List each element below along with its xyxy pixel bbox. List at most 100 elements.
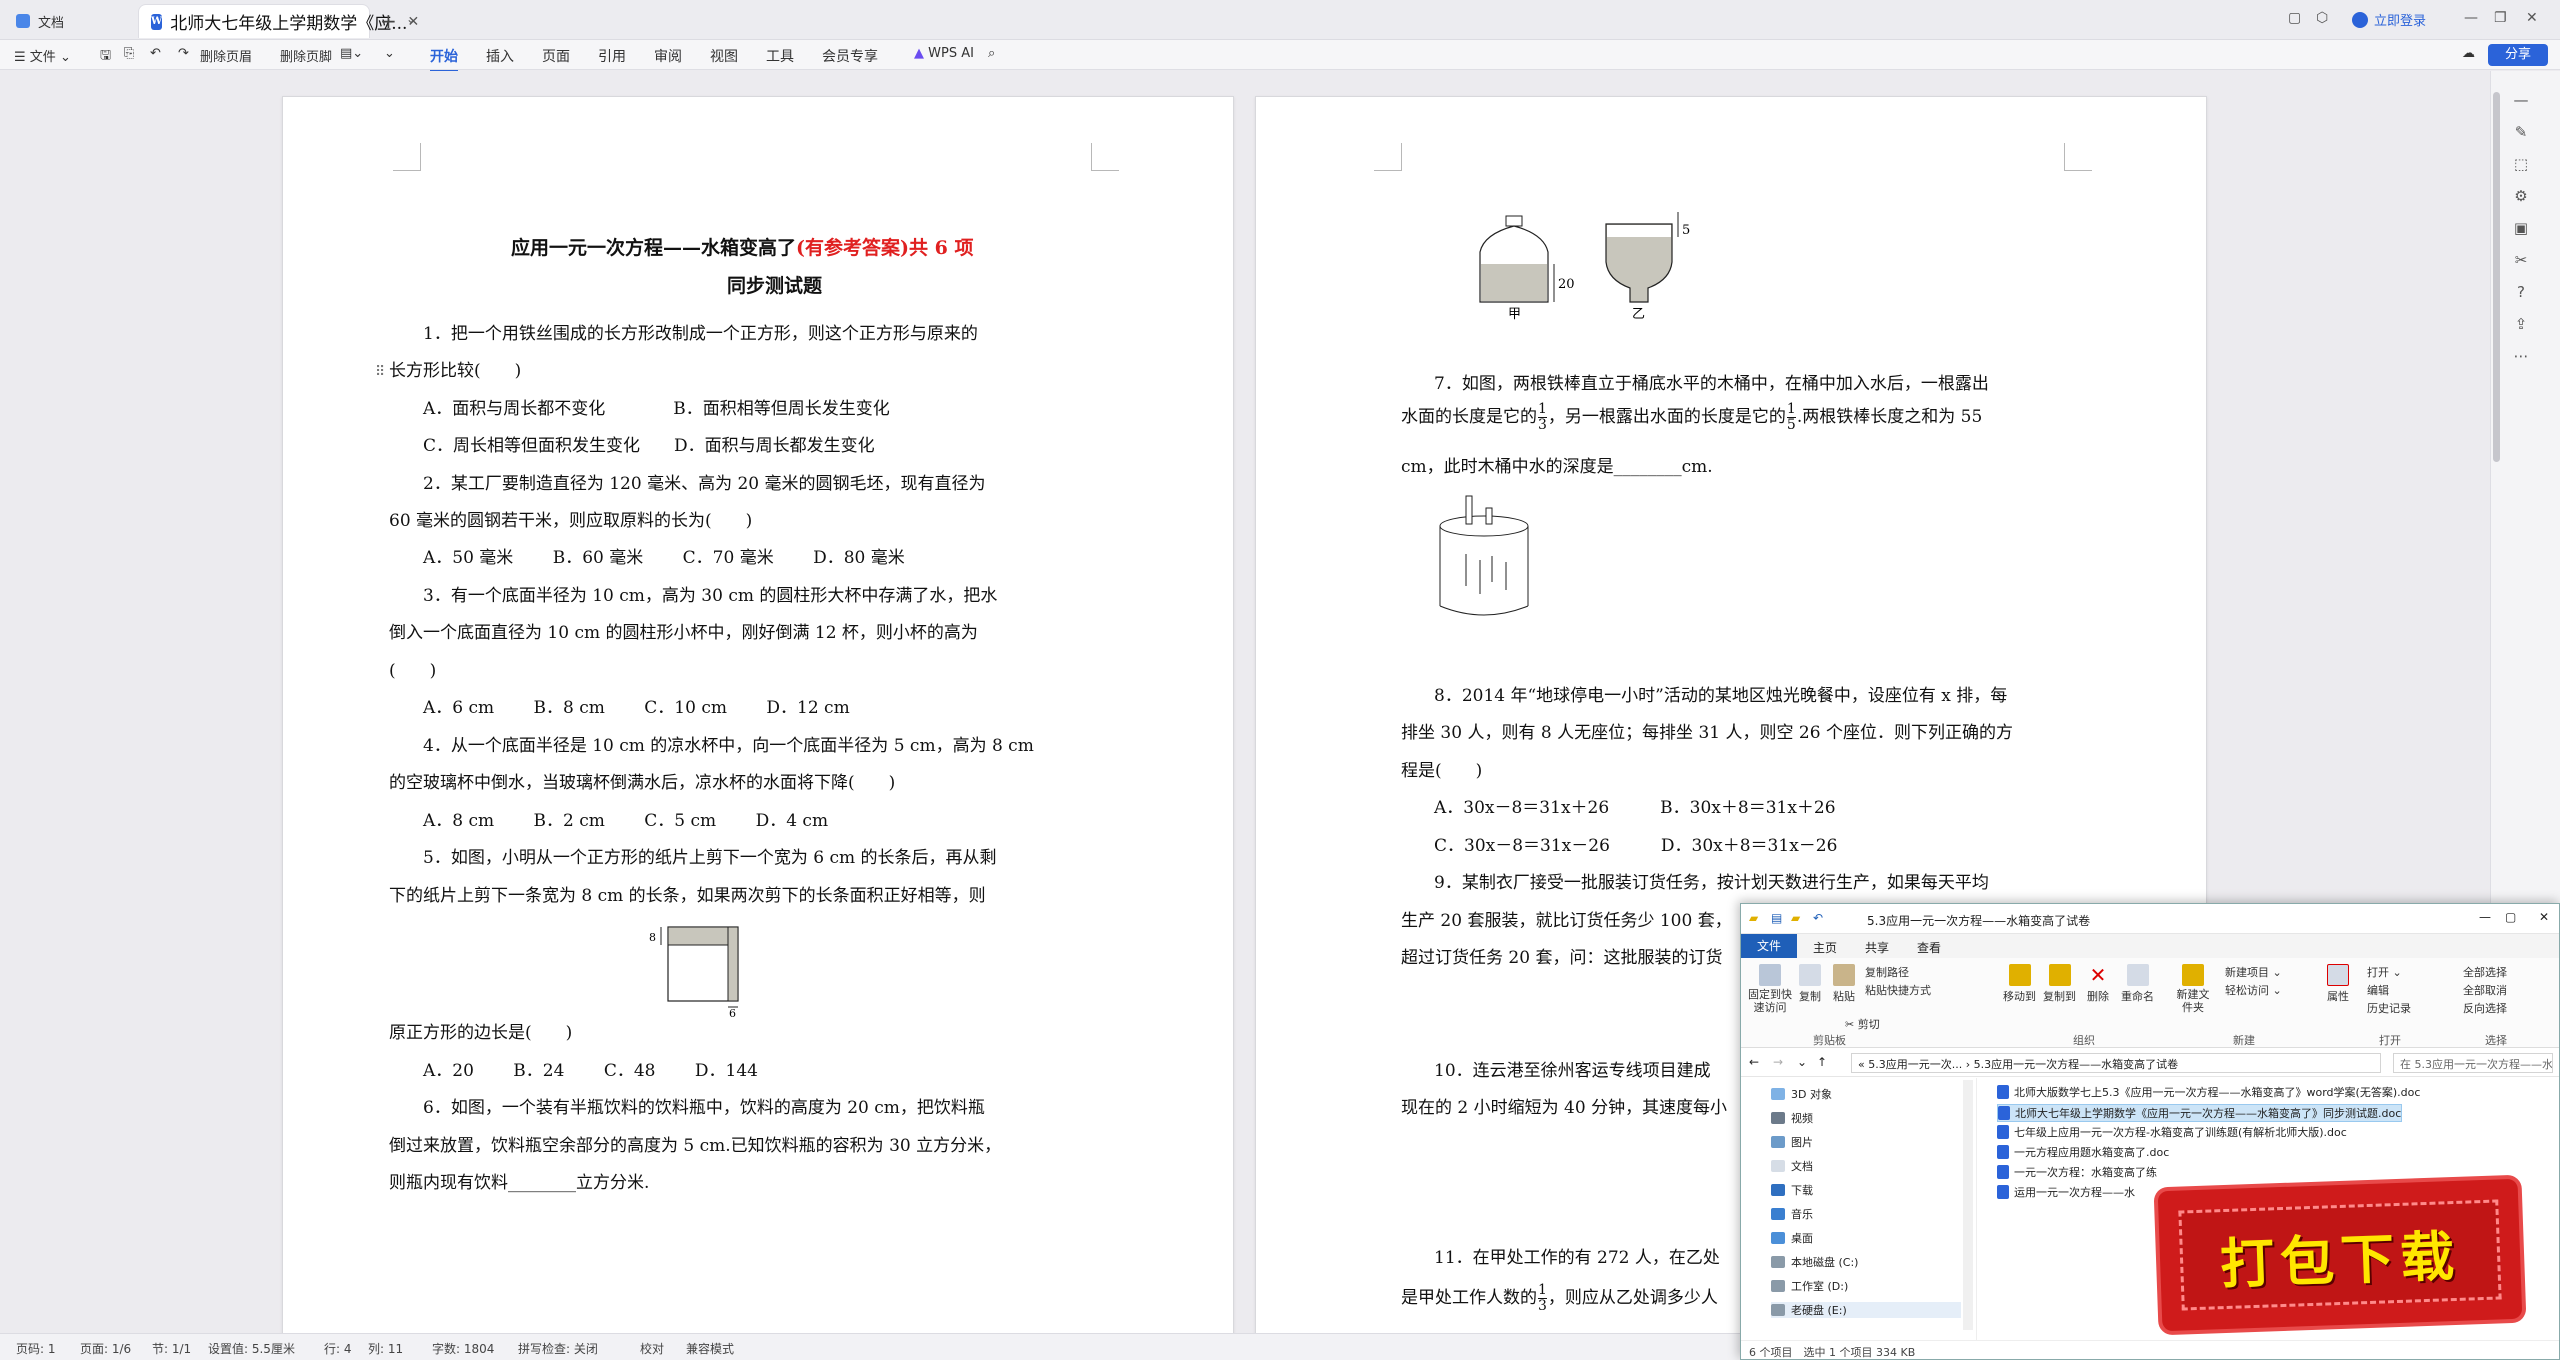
- share-button[interactable]: 分享: [2488, 44, 2548, 66]
- select-all-button[interactable]: 全部选择: [2463, 964, 2507, 980]
- tab-page[interactable]: 页面: [542, 46, 570, 66]
- tree-item-pictures[interactable]: 图片: [1771, 1134, 1813, 1150]
- more-chevron-icon[interactable]: ⌄: [384, 46, 395, 61]
- paste-shortcut-button[interactable]: 粘贴快捷方式: [1865, 982, 1931, 998]
- tab-member[interactable]: 会员专享: [822, 46, 878, 66]
- tree-item-drive-d[interactable]: 工作室 (D:): [1771, 1278, 1848, 1294]
- cube-icon[interactable]: ⬡: [2316, 10, 2328, 26]
- pen-icon[interactable]: ✎: [2511, 123, 2531, 143]
- redo-icon[interactable]: ↷: [178, 46, 189, 61]
- tree-item-desktop[interactable]: 桌面: [1771, 1230, 1813, 1246]
- properties-button[interactable]: 属性: [2327, 964, 2349, 1004]
- tree-scrollbar[interactable]: [1963, 1080, 1973, 1330]
- invert-selection-button[interactable]: 反向选择: [2463, 1000, 2507, 1016]
- status-setting[interactable]: 设置值: 5.5厘米: [208, 1340, 295, 1357]
- move-to-button[interactable]: 移动到: [2003, 964, 2036, 1004]
- tree-item-downloads[interactable]: 下载: [1771, 1182, 1813, 1198]
- delete-button[interactable]: ✕ 删除: [2087, 964, 2109, 1004]
- select-none-button[interactable]: 全部取消: [2463, 982, 2507, 998]
- tab-insert[interactable]: 插入: [486, 46, 514, 66]
- tab-share[interactable]: 共享: [1865, 939, 1889, 956]
- forward-icon[interactable]: →: [1773, 1055, 1783, 1069]
- search-icon[interactable]: ⌕: [988, 46, 995, 61]
- tools-icon[interactable]: ✂: [2511, 251, 2531, 271]
- settings-sliders-icon[interactable]: ⚙: [2511, 187, 2531, 207]
- list-item[interactable]: 一元一次方程：水箱变高了练: [1997, 1164, 2157, 1180]
- copy-to-button[interactable]: 复制到: [2043, 964, 2076, 1004]
- file-menu[interactable]: ☰ 文件 ⌄: [14, 46, 71, 65]
- tree-item-3d[interactable]: 3D 对象: [1771, 1086, 1832, 1102]
- tab-review[interactable]: 审阅: [654, 46, 682, 66]
- search-input[interactable]: 在 5.3应用一元一次方程——水箱...: [2393, 1053, 2553, 1073]
- tab-document[interactable]: W 北师大七年级上学期数学《应... ✕: [138, 4, 419, 38]
- rename-button[interactable]: 重命名: [2121, 964, 2154, 1004]
- new-item-button[interactable]: 新建项目 ⌄: [2225, 964, 2282, 980]
- paste-button[interactable]: 粘贴: [1833, 964, 1855, 1004]
- up-icon[interactable]: ↑: [1817, 1055, 1827, 1069]
- maximize-icon[interactable]: ❐: [2494, 10, 2507, 26]
- open-button[interactable]: 打开 ⌄: [2367, 964, 2402, 980]
- chevron-down-icon[interactable]: ⌄: [406, 12, 416, 26]
- undo-icon[interactable]: ↶: [150, 46, 161, 61]
- proofread-button[interactable]: 校对: [640, 1340, 664, 1357]
- status-pages[interactable]: 页面: 1/6: [80, 1340, 131, 1357]
- tree-item-music[interactable]: 音乐: [1771, 1206, 1813, 1222]
- list-item[interactable]: 北师大七年级上学期数学《应用一元一次方程——水箱变高了》同步测试题.doc: [1997, 1104, 2403, 1122]
- new-tab-icon[interactable]: +: [380, 9, 397, 33]
- tab-view[interactable]: 视图: [710, 46, 738, 66]
- export-icon[interactable]: ⎘: [124, 46, 134, 61]
- pin-quick-access-button[interactable]: 固定到快速访问: [1747, 964, 1793, 1014]
- status-row[interactable]: 行: 4: [324, 1340, 352, 1357]
- minimize-icon[interactable]: —: [2464, 10, 2478, 26]
- status-words[interactable]: 字数: 1804: [432, 1340, 494, 1357]
- tree-item-documents[interactable]: 文档: [1771, 1158, 1813, 1174]
- tab-file[interactable]: 文件: [1741, 934, 1797, 958]
- copy-path-button[interactable]: 复制路径: [1865, 964, 1909, 980]
- tab-view[interactable]: 查看: [1917, 939, 1941, 956]
- tree-item-drive-c[interactable]: 本地磁盘 (C:): [1771, 1254, 1858, 1270]
- select-icon[interactable]: ⬚: [2511, 155, 2531, 175]
- list-item[interactable]: 一元方程应用题水箱变高了.doc: [1997, 1144, 2169, 1160]
- tab-start[interactable]: 开始: [430, 46, 458, 72]
- help-icon[interactable]: ?: [2511, 283, 2531, 303]
- tab-home[interactable]: 文档: [4, 4, 132, 38]
- copy-button[interactable]: 复制: [1799, 964, 1821, 1004]
- close-icon[interactable]: ✕: [2539, 910, 2549, 924]
- spell-check-toggle[interactable]: 拼写检查: 关闭: [518, 1340, 598, 1357]
- new-folder-icon[interactable]: ▰: [1791, 911, 1800, 925]
- wps-ai-button[interactable]: ▲ WPS AI: [914, 46, 974, 61]
- maximize-icon[interactable]: ▢: [2505, 910, 2516, 924]
- image-icon[interactable]: ▣: [2511, 219, 2531, 239]
- undo-icon[interactable]: ↶: [1813, 911, 1823, 925]
- delete-header-button[interactable]: 删除页眉: [200, 46, 252, 65]
- status-section[interactable]: 节: 1/1: [152, 1340, 191, 1357]
- collapse-icon[interactable]: —: [2511, 91, 2531, 111]
- share-icon[interactable]: ⇪: [2511, 315, 2531, 335]
- close-icon[interactable]: ✕: [2526, 10, 2538, 26]
- new-folder-button[interactable]: 新建文件夹: [2173, 964, 2213, 1014]
- format-icon[interactable]: ▤⌄: [340, 46, 363, 61]
- status-col[interactable]: 列: 11: [368, 1340, 403, 1357]
- cut-button[interactable]: ✂ 剪切: [1845, 1016, 1880, 1032]
- list-item[interactable]: 北师大版数学七上5.3《应用一元一次方程——水箱变高了》word学案(无答案).…: [1997, 1084, 2420, 1100]
- status-page[interactable]: 页码: 1: [16, 1340, 56, 1357]
- more-icon[interactable]: ⋯: [2511, 347, 2531, 367]
- drag-handle-icon[interactable]: ⠿: [375, 364, 385, 380]
- edit-button[interactable]: 编辑: [2367, 982, 2389, 998]
- tree-item-videos[interactable]: 视频: [1771, 1110, 1813, 1126]
- properties-icon[interactable]: ▤: [1771, 911, 1782, 925]
- download-banner[interactable]: 打包下载: [2157, 1178, 2523, 1332]
- window-layout-icon[interactable]: ▢: [2288, 10, 2301, 26]
- tree-item-drive-e[interactable]: 老硬盘 (E:): [1771, 1302, 1961, 1318]
- recent-chevron-icon[interactable]: ⌄: [1797, 1055, 1807, 1069]
- tab-home[interactable]: 主页: [1813, 939, 1837, 956]
- list-item[interactable]: 运用一元一次方程——水: [1997, 1184, 2135, 1200]
- tab-tools[interactable]: 工具: [766, 46, 794, 66]
- history-button[interactable]: 历史记录: [2367, 1000, 2411, 1016]
- back-icon[interactable]: ←: [1749, 1055, 1759, 1069]
- minimize-icon[interactable]: —: [2479, 910, 2491, 924]
- vertical-scrollbar[interactable]: [2493, 92, 2500, 462]
- list-item[interactable]: 七年级上应用一元一次方程-水箱变高了训练题(有解析北师大版).doc: [1997, 1124, 2347, 1140]
- tab-reference[interactable]: 引用: [598, 46, 626, 66]
- save-icon[interactable]: 🖫: [100, 46, 111, 68]
